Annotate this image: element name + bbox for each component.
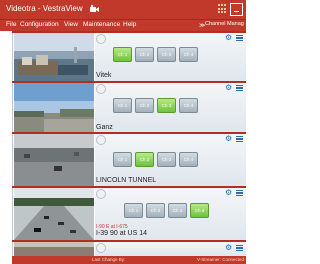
feed-menu-icon[interactable] bbox=[236, 35, 243, 41]
channel-manager-button[interactable]: Channel Manag bbox=[205, 21, 244, 27]
camera-thumbnail[interactable] bbox=[14, 188, 94, 240]
ptz-control-icon[interactable] bbox=[96, 135, 106, 145]
gear-icon[interactable]: ⚙ bbox=[225, 84, 232, 92]
channel-4-button[interactable]: Ch 4 bbox=[190, 203, 209, 218]
feed-menu-icon[interactable] bbox=[236, 85, 243, 91]
channel-1-button[interactable]: Ch 1 bbox=[113, 47, 132, 62]
camera-logo-icon bbox=[89, 4, 100, 14]
camera-feed-row: ⚙ Ch 1 Ch 2 Ch 3 Ch 4 LINCOLN TUNNEL bbox=[12, 132, 246, 186]
gear-icon[interactable]: ⚙ bbox=[225, 34, 232, 42]
camera-feed-row: ⚙ Ch 1 Ch 2 Ch 3 Ch 4 Vitek bbox=[12, 31, 246, 81]
channel-2-button[interactable]: Ch 2 bbox=[135, 152, 154, 167]
camera-thumbnail[interactable] bbox=[14, 33, 94, 81]
camera-thumbnail[interactable] bbox=[14, 242, 94, 256]
menu-maintenance[interactable]: Maintenance bbox=[83, 21, 120, 28]
ptz-control-icon[interactable] bbox=[96, 34, 106, 44]
camera-thumbnail[interactable] bbox=[14, 83, 94, 132]
feed-menu-icon[interactable] bbox=[236, 136, 243, 142]
title-bar: Videotra - VestraView bbox=[0, 0, 246, 20]
menu-view[interactable]: View bbox=[64, 21, 78, 28]
status-bar: Last Change By: V-Streamer: Connected bbox=[12, 256, 246, 264]
camera-feed-row: ⚙ Ch 1 Ch 2 Ch 3 Ch 4 I-90 E at I-675 I-… bbox=[12, 186, 246, 240]
channel-2-button[interactable]: Ch 2 bbox=[135, 98, 154, 113]
channel-1-button[interactable]: Ch 1 bbox=[113, 98, 132, 113]
channel-4-button[interactable]: Ch 4 bbox=[179, 152, 198, 167]
channel-2-button[interactable]: Ch 2 bbox=[135, 47, 154, 62]
camera-name: Ganz bbox=[96, 124, 113, 131]
ptz-control-icon[interactable] bbox=[96, 243, 106, 253]
feed-menu-icon[interactable] bbox=[236, 190, 243, 196]
gear-icon[interactable]: ⚙ bbox=[225, 189, 232, 197]
minimize-button[interactable] bbox=[230, 3, 243, 16]
channel-1-button[interactable]: Ch 1 bbox=[113, 152, 132, 167]
status-last-change: Last Change By: bbox=[92, 257, 126, 262]
gear-icon[interactable]: ⚙ bbox=[225, 135, 232, 143]
camera-feed-row: ⚙ Ch 1 Ch 2 Ch 3 Ch 4 Ganz bbox=[12, 81, 246, 132]
camera-name: Vitek bbox=[96, 72, 112, 79]
camera-feed-row: ⚙ bbox=[12, 240, 246, 256]
channel-3-button[interactable]: Ch 3 bbox=[157, 98, 176, 113]
gear-icon[interactable]: ⚙ bbox=[225, 244, 232, 252]
ptz-control-icon[interactable] bbox=[96, 189, 106, 199]
menu-help[interactable]: Help bbox=[123, 21, 136, 28]
channel-3-button[interactable]: Ch 3 bbox=[157, 47, 176, 62]
channel-4-button[interactable]: Ch 4 bbox=[179, 47, 198, 62]
feed-menu-icon[interactable] bbox=[236, 245, 243, 251]
camera-name: I-39 90 at US 14 bbox=[96, 230, 147, 237]
feed-control-panel bbox=[95, 242, 246, 256]
camera-name: LINCOLN TUNNEL bbox=[96, 177, 157, 184]
channel-4-button[interactable]: Ch 4 bbox=[179, 98, 198, 113]
channel-1-button[interactable]: Ch 1 bbox=[124, 203, 143, 218]
app-title: Videotra - VestraView bbox=[6, 4, 83, 13]
menu-configuration[interactable]: Configuration bbox=[20, 21, 59, 28]
channel-2-button[interactable]: Ch 2 bbox=[146, 203, 165, 218]
channel-3-button[interactable]: Ch 3 bbox=[168, 203, 187, 218]
camera-thumbnail[interactable] bbox=[14, 134, 94, 186]
channel-3-button[interactable]: Ch 3 bbox=[157, 152, 176, 167]
menu-bar: File Configuration View Maintenance Help… bbox=[0, 20, 246, 31]
status-connection: V-Streamer: Connected bbox=[196, 257, 244, 262]
menu-file[interactable]: File bbox=[6, 21, 16, 28]
ptz-control-icon[interactable] bbox=[96, 84, 106, 94]
grid-view-icon[interactable] bbox=[218, 4, 228, 14]
